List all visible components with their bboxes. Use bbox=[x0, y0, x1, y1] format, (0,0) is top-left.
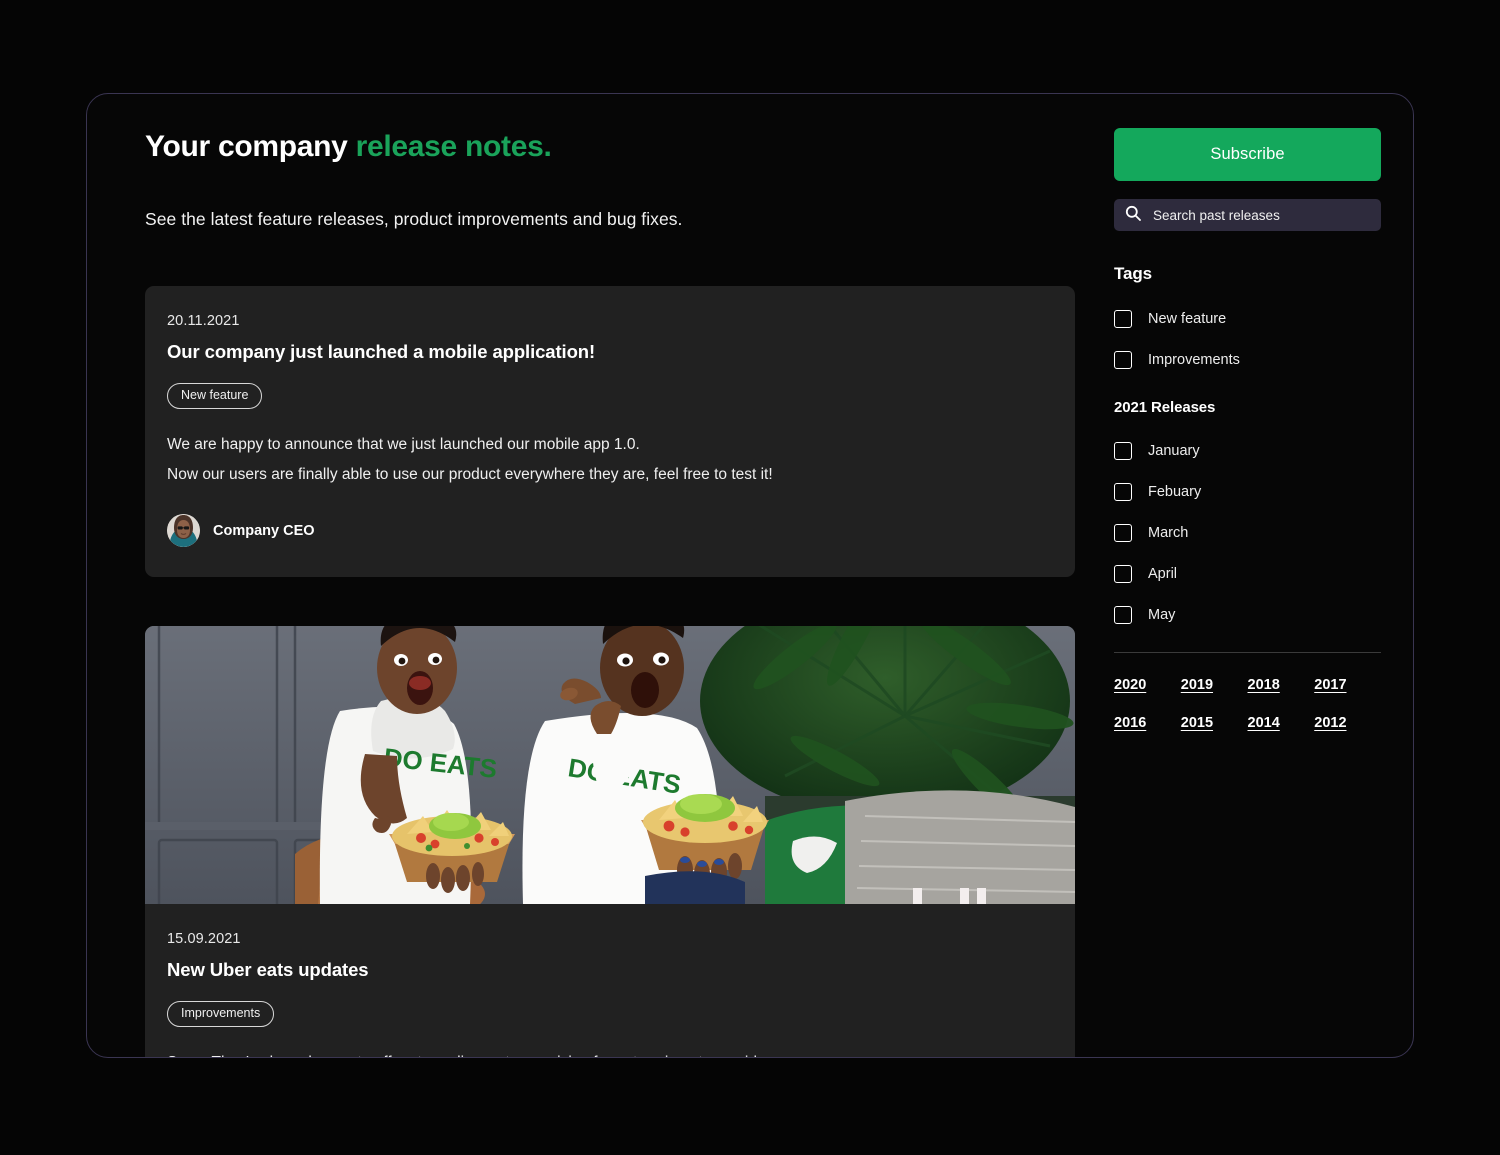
release-card[interactable]: 20.11.2021 Our company just launched a m… bbox=[145, 286, 1075, 578]
search-box[interactable] bbox=[1114, 199, 1381, 231]
page-root: Your company release notes. See the late… bbox=[0, 0, 1500, 1155]
sidebar-divider bbox=[1114, 652, 1381, 653]
author-name: Company CEO bbox=[213, 522, 315, 539]
main-content-column: Your company release notes. See the late… bbox=[145, 126, 1075, 1057]
avatar bbox=[167, 514, 200, 548]
release-title: New Uber eats updates bbox=[167, 959, 369, 981]
month-filter-label: January bbox=[1148, 443, 1200, 459]
tag-filter-improvements[interactable]: Improvements bbox=[1114, 351, 1381, 369]
year-link-2016[interactable]: 2016 bbox=[1114, 715, 1181, 731]
year-link-2017[interactable]: 2017 bbox=[1314, 677, 1381, 693]
tags-heading: Tags bbox=[1114, 264, 1153, 283]
month-filter-label: May bbox=[1148, 607, 1176, 623]
release-author: Company CEO bbox=[167, 514, 1051, 548]
releases-heading: 2021 Releases bbox=[1114, 399, 1216, 416]
tag-filter-label: New feature bbox=[1148, 311, 1227, 327]
checkbox-icon[interactable] bbox=[1114, 310, 1132, 328]
month-filter-april[interactable]: April bbox=[1114, 565, 1381, 583]
search-input[interactable] bbox=[1153, 207, 1353, 223]
year-link-2014[interactable]: 2014 bbox=[1248, 715, 1315, 731]
year-links: 2020 2019 2018 2017 2016 2015 2014 2012 bbox=[1114, 677, 1381, 731]
release-date: 20.11.2021 bbox=[167, 313, 240, 329]
release-title: Our company just launched a mobile appli… bbox=[167, 341, 596, 362]
year-link-2018[interactable]: 2018 bbox=[1248, 677, 1315, 693]
checkbox-icon[interactable] bbox=[1114, 565, 1132, 583]
sidebar: Subscribe Tags New feature bbox=[1075, 126, 1381, 1057]
year-link-2012[interactable]: 2012 bbox=[1314, 715, 1381, 731]
release-date: 15.09.2021 bbox=[167, 931, 241, 948]
month-filter-label: Febuary bbox=[1148, 484, 1202, 500]
release-hero-image: DO EATS DO EATS bbox=[145, 626, 1075, 905]
release-tag-badge[interactable]: Improvements bbox=[167, 1001, 275, 1027]
subscribe-button[interactable]: Subscribe bbox=[1114, 128, 1381, 181]
checkbox-icon[interactable] bbox=[1114, 524, 1132, 542]
checkbox-icon[interactable] bbox=[1114, 351, 1132, 369]
month-filter-label: March bbox=[1148, 525, 1189, 541]
page-subtitle: See the latest feature releases, product… bbox=[145, 209, 683, 229]
release-body: We are happy to announce that we just la… bbox=[167, 434, 1051, 487]
release-body: Some They've been known to offer steep d… bbox=[167, 1052, 1051, 1057]
tag-filter-new-feature[interactable]: New feature bbox=[1114, 310, 1381, 328]
month-filter-may[interactable]: May bbox=[1114, 606, 1381, 624]
year-link-2020[interactable]: 2020 bbox=[1114, 677, 1181, 693]
page-title-accent: release notes. bbox=[355, 130, 552, 163]
month-filter-label: April bbox=[1148, 566, 1178, 582]
release-card[interactable]: DO EATS DO EATS 15.09.2021 New Uber eats… bbox=[145, 626, 1075, 1057]
search-icon bbox=[1125, 205, 1141, 226]
tag-filter-label: Improvements bbox=[1148, 352, 1240, 368]
page-title: Your company release notes. bbox=[145, 126, 1075, 165]
release-paragraph: Now our users are finally able to use ou… bbox=[167, 465, 773, 483]
month-filter-march[interactable]: March bbox=[1114, 524, 1381, 542]
year-link-2015[interactable]: 2015 bbox=[1181, 715, 1248, 731]
checkbox-icon[interactable] bbox=[1114, 442, 1132, 460]
release-paragraph: Some They've been known to offer steep d… bbox=[167, 1052, 1051, 1057]
month-filter-febuary[interactable]: Febuary bbox=[1114, 483, 1381, 501]
checkbox-icon[interactable] bbox=[1114, 483, 1132, 501]
release-paragraph: We are happy to announce that we just la… bbox=[167, 435, 640, 453]
year-link-2019[interactable]: 2019 bbox=[1181, 677, 1248, 693]
month-filter-january[interactable]: January bbox=[1114, 442, 1381, 460]
release-tag-badge[interactable]: New feature bbox=[167, 383, 263, 409]
release-notes-panel: Your company release notes. See the late… bbox=[86, 93, 1414, 1058]
page-title-plain: Your company bbox=[145, 130, 348, 163]
checkbox-icon[interactable] bbox=[1114, 606, 1132, 624]
